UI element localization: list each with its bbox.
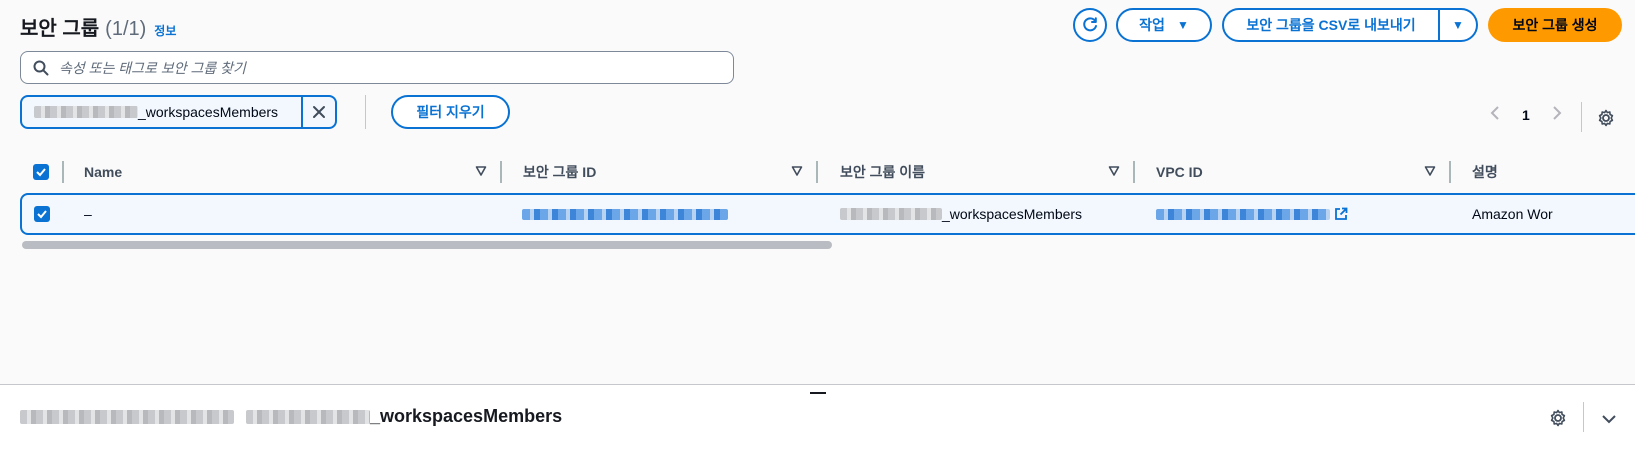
export-label: 보안 그룹을 CSV로 내보내기: [1246, 17, 1416, 33]
group-name-value: _workspacesMembers: [942, 206, 1083, 222]
chevron-right-icon: [1553, 106, 1562, 120]
clear-filters-button[interactable]: 필터 지우기: [391, 95, 510, 129]
search-input[interactable]: [59, 59, 699, 76]
info-link[interactable]: 정보: [154, 22, 176, 39]
panel-resize-handle[interactable]: [810, 392, 826, 394]
clear-filters-label: 필터 지우기: [416, 104, 485, 120]
cell-group-name: _workspacesMembers: [840, 195, 1082, 233]
collapse-panel-button[interactable]: [1601, 411, 1617, 429]
column-header-group-name[interactable]: 보안 그룹 이름: [840, 155, 925, 189]
column-divider[interactable]: [816, 161, 818, 183]
column-header-description[interactable]: 설명: [1472, 155, 1498, 189]
table-row[interactable]: – _workspacesMembers Amazon Wor: [20, 193, 1635, 235]
column-header-group-id[interactable]: 보안 그룹 ID: [523, 155, 596, 189]
next-page-button[interactable]: [1552, 106, 1562, 123]
column-divider[interactable]: [1449, 161, 1451, 183]
redacted-link: [1156, 208, 1330, 220]
column-divider[interactable]: [500, 161, 502, 183]
export-dropdown-button[interactable]: ▼: [1440, 10, 1476, 40]
cell-name: –: [84, 206, 92, 222]
redacted-link: [522, 208, 728, 220]
column-header-vpc-id[interactable]: VPC ID: [1156, 155, 1203, 189]
actions-label: 작업: [1139, 17, 1165, 33]
export-split-button: 보안 그룹을 CSV로 내보내기 ▼: [1222, 8, 1478, 42]
search-box: [20, 51, 734, 84]
select-all-checkbox[interactable]: [33, 155, 49, 189]
redacted-text: [246, 409, 370, 424]
panel-preferences-button[interactable]: [1549, 409, 1567, 432]
sort-caret-icon[interactable]: [1424, 165, 1436, 177]
check-icon: [37, 210, 47, 219]
search-icon: [33, 60, 49, 75]
cell-vpc-id-link[interactable]: [1156, 195, 1348, 233]
security-groups-page: 보안 그룹 (1/1) 정보 작업 ▼ 보안 그룹을 CSV로 내보내기 ▼ 보…: [0, 0, 1635, 384]
filter-token-label[interactable]: _workspacesMembers: [22, 97, 301, 127]
chevron-down-icon: [1602, 415, 1616, 424]
create-label: 보안 그룹 생성: [1512, 17, 1598, 33]
refresh-button[interactable]: [1073, 8, 1107, 42]
column-header-name[interactable]: Name: [84, 155, 122, 189]
row-checkbox[interactable]: [34, 195, 50, 233]
cell-description: Amazon Wor: [1472, 206, 1553, 222]
refresh-icon: [1083, 17, 1097, 32]
sort-caret-icon[interactable]: [791, 165, 803, 177]
close-icon: [313, 106, 325, 118]
filter-divider: [365, 95, 366, 129]
redacted-text: [34, 106, 138, 118]
check-icon: [36, 168, 46, 177]
pagination: 1: [1490, 106, 1562, 123]
sort-caret-icon[interactable]: [1108, 165, 1120, 177]
chevron-left-icon: [1490, 106, 1499, 120]
cell-group-id-link[interactable]: [522, 195, 728, 233]
column-divider[interactable]: [1133, 161, 1135, 183]
pager-divider: [1581, 102, 1582, 132]
gear-icon: [1550, 409, 1566, 427]
sort-caret-icon[interactable]: [475, 165, 487, 177]
redacted-text: [840, 208, 942, 220]
details-title-value: _workspacesMembers: [370, 406, 563, 426]
caret-down-icon: ▼: [1176, 18, 1189, 32]
split-panel-border: [0, 384, 1635, 385]
filter-token: _workspacesMembers: [20, 95, 337, 129]
filter-token-value: _workspacesMembers: [138, 104, 279, 120]
export-csv-button[interactable]: 보안 그룹을 CSV로 내보내기: [1224, 10, 1438, 40]
previous-page-button[interactable]: [1490, 106, 1500, 123]
caret-down-icon: ▼: [1452, 18, 1464, 32]
table-header: Name 보안 그룹 ID 보안 그룹 이름 VPC ID 설명: [20, 155, 1635, 189]
page-title: 보안 그룹: [20, 18, 100, 40]
table-preferences-button[interactable]: [1597, 109, 1615, 132]
external-link-icon: [1335, 207, 1348, 220]
create-security-group-button[interactable]: 보안 그룹 생성: [1488, 8, 1622, 42]
horizontal-scrollbar[interactable]: [22, 241, 832, 249]
page-header: 보안 그룹 (1/1) 정보: [20, 12, 176, 41]
column-divider[interactable]: [62, 161, 64, 183]
panel-divider: [1583, 402, 1584, 432]
actions-button[interactable]: 작업 ▼: [1116, 8, 1212, 42]
checkbox-checked: [34, 206, 50, 222]
page-number[interactable]: 1: [1522, 107, 1530, 123]
gear-icon: [1598, 109, 1614, 127]
redacted-text: [20, 409, 234, 424]
remove-filter-button[interactable]: [303, 97, 335, 127]
checkbox-checked: [33, 164, 49, 180]
selection-count: (1/1): [105, 18, 147, 40]
details-panel-title: _workspacesMembers: [20, 406, 562, 427]
